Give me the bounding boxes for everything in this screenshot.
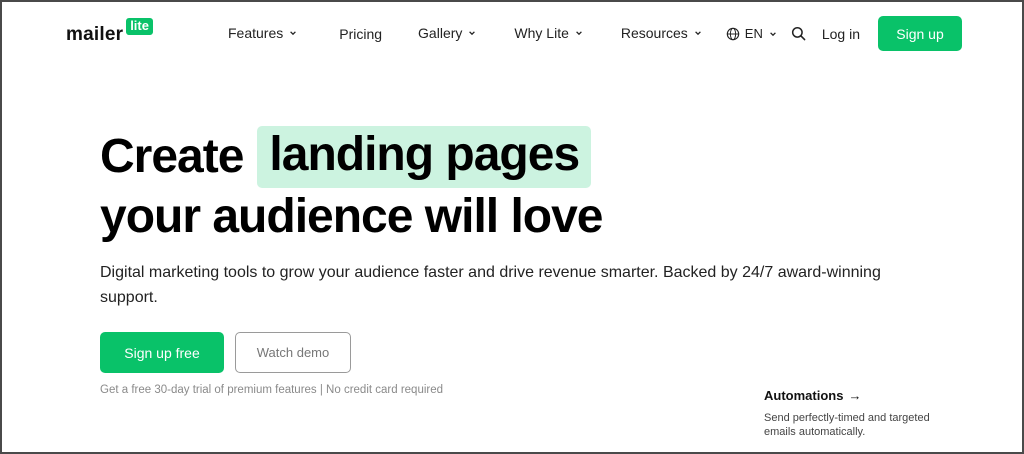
logo-word: mailer [66,24,124,45]
language-selector[interactable]: EN [726,26,777,41]
main-nav: Features Pricing Gallery Why Lite Resour… [228,24,702,42]
nav-item-label: Resources [620,25,688,41]
language-label: EN [744,26,763,41]
arrow-right-icon: → [848,388,862,403]
nav-item-label: Pricing [339,26,383,42]
signup-free-button[interactable]: Sign up free [100,332,224,373]
watch-demo-button[interactable]: Watch demo [235,332,351,373]
nav-item-pricing[interactable]: Pricing [339,26,382,42]
nav-item-why-lite[interactable]: Why Lite [514,25,582,41]
chevron-down-icon [576,31,582,36]
hero-title-line1: Create landing pages [100,126,603,188]
trial-note: Get a free 30-day trial of premium featu… [100,384,444,396]
nav-item-resources[interactable]: Resources [621,25,702,41]
feature-description: Send perfectly-timed and targeted emails… [764,412,930,438]
hero-title-prefix: Create [100,130,244,183]
globe-icon [726,27,740,40]
hero-title-line2: your audience will love [100,190,603,243]
login-link[interactable]: Log in [822,26,860,42]
logo-badge: lite [126,18,153,35]
chevron-down-icon [469,31,476,36]
chevron-down-icon [290,31,297,36]
chevron-down-icon [694,31,701,36]
nav-item-label: Why Lite [514,25,569,41]
hero-title: Create landing pages your audience will … [100,126,603,246]
header-tools: EN Log in Sign up [726,16,962,51]
hero-title-highlight: landing pages [257,126,592,188]
feature-card-automations[interactable]: Automations → Send perfectly-timed and t… [764,388,964,439]
chevron-down-icon [769,31,776,36]
feature-title-label: Automations [764,388,844,403]
nav-item-features[interactable]: Features [228,25,297,41]
signup-button[interactable]: Sign up [878,16,962,51]
nav-item-label: Gallery [418,25,463,41]
nav-item-gallery[interactable]: Gallery [418,25,476,41]
nav-item-label: Features [228,25,284,41]
feature-title[interactable]: Automations → [764,388,964,403]
page-frame: mailer lite Features Pricing Gallery Why… [0,0,1024,454]
search-icon[interactable] [791,26,806,41]
hero-subtitle: Digital marketing tools to grow your aud… [100,264,881,306]
mailerlite-logo[interactable]: mailer lite [66,18,153,46]
